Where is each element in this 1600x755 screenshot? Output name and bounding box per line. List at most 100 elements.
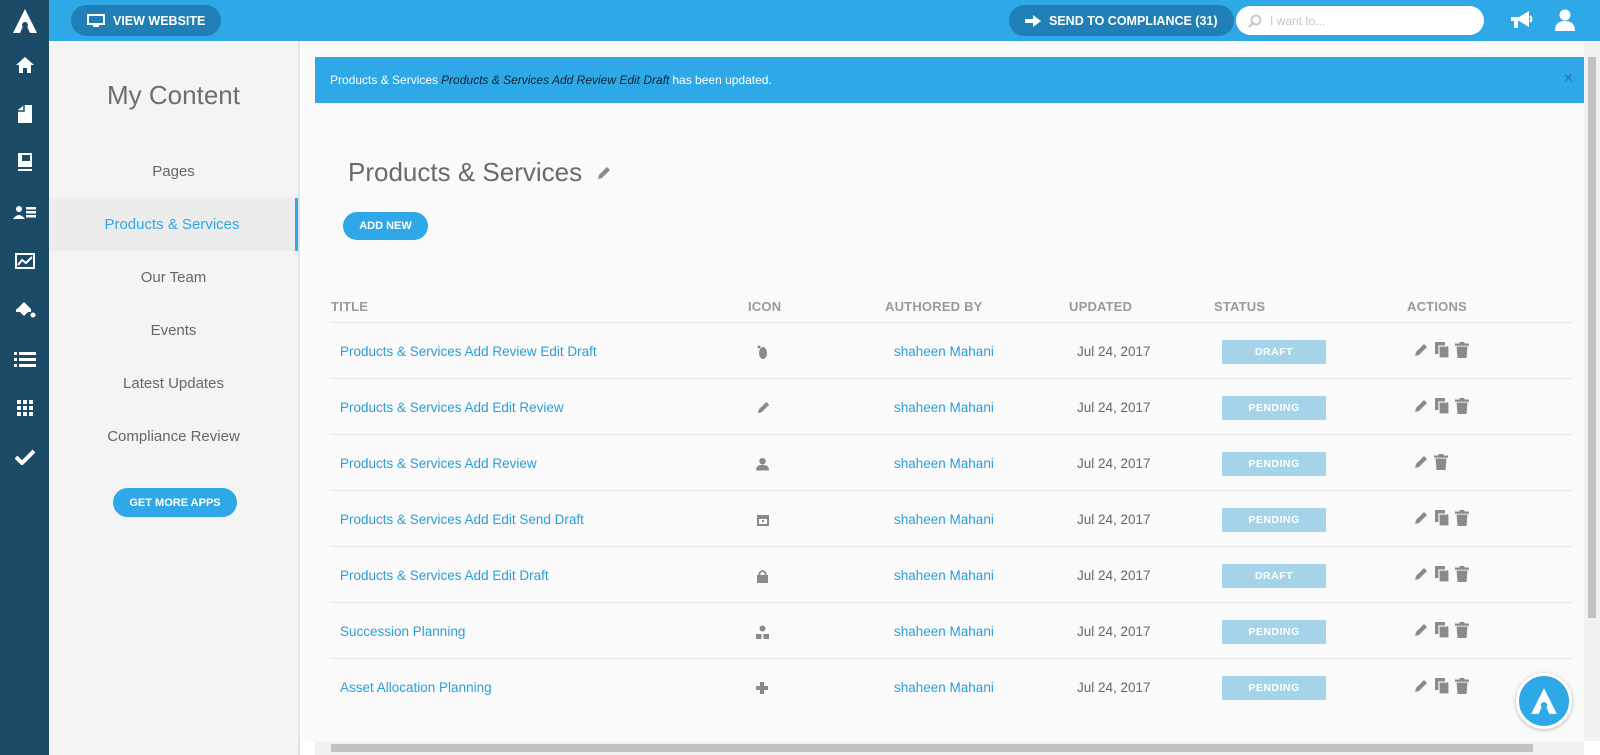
top-bar: VIEW WEBSITE SEND TO COMPLIANCE (31) [49,0,1600,41]
monitor-icon [87,13,105,27]
content-sidebar: My Content Pages Products & Services Our… [49,41,300,755]
row-title-link[interactable]: Products & Services Add Review Edit Draf… [340,323,597,380]
status-badge: PENDING [1222,675,1326,700]
col-header-title[interactable]: TITLE [331,299,368,314]
status-badge: PENDING [1222,619,1326,644]
col-header-authored-by[interactable]: AUTHORED BY [885,299,983,314]
main-content: Products & Services Products & Services … [302,41,1584,741]
col-header-icon[interactable]: ICON [748,299,781,314]
row-title-link[interactable]: Asset Allocation Planning [340,659,492,716]
view-website-button[interactable]: VIEW WEBSITE [71,5,222,36]
col-header-updated[interactable]: UPDATED [1069,299,1132,314]
row-title-link[interactable]: Products & Services Add Edit Review [340,379,564,436]
status-badge-cell: DRAFT [1222,323,1326,380]
row-title-link[interactable]: Products & Services Add Edit Draft [340,547,549,604]
trash-icon[interactable] [1455,342,1469,361]
sidebar-title: My Content [107,80,240,110]
row-author-link[interactable]: shaheen Mahani [894,379,994,436]
status-badge: DRAFT [1222,339,1326,364]
checkmark-icon[interactable] [0,439,49,475]
user-icon[interactable] [1554,8,1576,37]
edit-icon[interactable] [1413,566,1429,585]
copy-icon[interactable] [1434,509,1450,530]
edit-icon[interactable] [1413,622,1429,641]
status-badge-cell: PENDING [1222,659,1326,716]
home-icon[interactable] [0,47,49,83]
trash-icon[interactable] [1455,398,1469,417]
trash-icon[interactable] [1455,678,1469,697]
get-more-apps-button[interactable]: GET MORE APPS [113,488,237,517]
row-updated-date: Jul 24, 2017 [1077,512,1151,527]
row-title-link[interactable]: Products & Services Add Edit Send Draft [340,491,584,548]
add-new-button[interactable]: ADD NEW [343,212,428,240]
trash-icon[interactable] [1455,566,1469,585]
vertical-scroll-thumb[interactable] [1588,57,1596,618]
close-icon[interactable]: × [1564,70,1573,88]
edit-title-icon[interactable] [596,165,612,181]
table-row: Asset Allocation Planning shaheen Mahani J… [330,658,1572,715]
row-title-link[interactable]: Succession Planning [340,603,465,660]
copy-icon[interactable] [1434,341,1450,362]
row-author-link[interactable]: shaheen Mahani [894,323,994,380]
search-input[interactable] [1270,13,1470,28]
status-badge-cell: PENDING [1222,435,1326,492]
pages-icon[interactable] [0,96,49,132]
edit-icon[interactable] [1413,678,1429,697]
edit-icon[interactable] [1413,510,1429,529]
horizontal-scrollbar[interactable] [315,741,1584,755]
copy-icon[interactable] [1434,677,1450,698]
col-header-status[interactable]: STATUS [1214,299,1265,314]
app-logo[interactable] [0,0,49,42]
alert-item: Products & Services Add Review Edit Draf… [441,73,670,87]
team-icon[interactable] [0,194,49,230]
row-author-link[interactable]: shaheen Mahani [894,491,994,548]
status-badge-cell: PENDING [1222,491,1326,548]
trash-icon[interactable] [1434,454,1448,473]
app-rail [0,0,49,755]
status-badge-cell: DRAFT [1222,547,1326,604]
row-updated-date: Jul 24, 2017 [1077,568,1151,583]
edit-icon[interactable] [1413,454,1429,473]
copy-icon[interactable] [1434,397,1450,418]
sidebar-item-events[interactable]: Events [49,304,298,357]
status-badge: PENDING [1222,507,1326,532]
sidebar-item-compliance-review[interactable]: Compliance Review [49,410,298,463]
sidebar-item-latest-updates[interactable]: Latest Updates [49,357,298,410]
search-icon [1248,14,1262,28]
row-updated-date: Jul 24, 2017 [1077,456,1151,471]
row-author-link[interactable]: shaheen Mahani [894,659,994,716]
trash-icon[interactable] [1455,622,1469,641]
row-author-link[interactable]: shaheen Mahani [894,547,994,604]
update-alert: Products & Services Products & Services … [315,57,1584,103]
copy-icon[interactable] [1434,565,1450,586]
edit-icon[interactable] [1413,342,1429,361]
row-author-link[interactable]: shaheen Mahani [894,603,994,660]
sidebar-item-products-services[interactable]: Products & Services [49,198,298,251]
app-logo-icon [1531,688,1557,714]
row-author-link[interactable]: shaheen Mahani [894,435,994,492]
apps-grid-icon[interactable] [0,390,49,426]
foot-icon [756,323,768,380]
arrow-right-icon [1025,14,1041,27]
help-chat-button[interactable] [1516,673,1572,729]
list-icon[interactable] [0,341,49,377]
edit-icon[interactable] [1413,398,1429,417]
paint-bucket-icon[interactable] [0,292,49,328]
trash-icon[interactable] [1455,510,1469,529]
table-row: Products & Services Add Review Edit Draf… [330,322,1572,379]
row-updated-date: Jul 24, 2017 [1077,344,1151,359]
row-actions [1413,323,1469,380]
copy-icon[interactable] [1434,621,1450,642]
plus-icon [756,659,768,716]
megaphone-icon[interactable] [1509,9,1533,36]
sidebar-item-pages[interactable]: Pages [49,145,298,198]
horizontal-scroll-thumb[interactable] [331,744,1533,752]
send-to-compliance-button[interactable]: SEND TO COMPLIANCE (31) [1009,5,1234,36]
row-updated-date: Jul 24, 2017 [1077,400,1151,415]
sidebar-item-our-team[interactable]: Our Team [49,251,298,304]
chart-icon[interactable] [0,243,49,279]
search-box[interactable] [1236,6,1484,35]
book-icon[interactable] [0,144,49,180]
row-title-link[interactable]: Products & Services Add Review [340,435,537,492]
vertical-scrollbar[interactable] [1584,41,1600,741]
